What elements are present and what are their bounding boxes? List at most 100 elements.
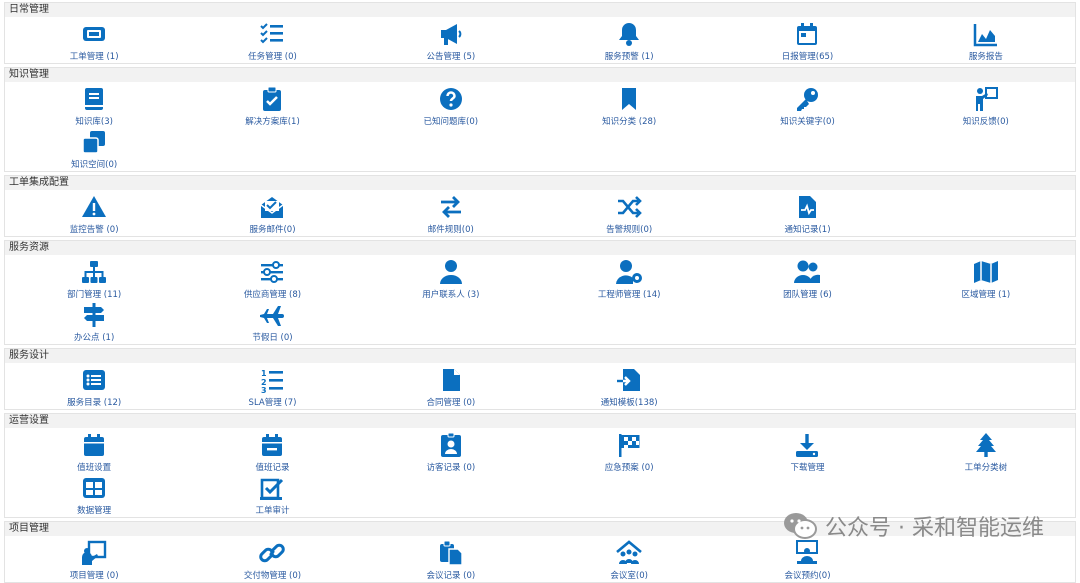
function-label: 下载管理 <box>790 463 825 473</box>
users-icon <box>793 258 821 286</box>
function-tile[interactable]: 应急预案 (0) <box>540 431 718 474</box>
function-label: 告警规则(0) <box>606 225 653 235</box>
section-title: 服务资源 <box>5 241 1075 255</box>
section-6: 项目管理 项目管理 (0) 交付物管理 (0) 会议记录 (0) 会议室(0) 会议预约(… <box>4 521 1076 583</box>
section-title: 工单集成配置 <box>5 176 1075 190</box>
function-tile[interactable]: 知识库(3) <box>5 85 183 128</box>
function-tile[interactable]: 已知问题库(0) <box>362 85 540 128</box>
function-tile[interactable]: 用户联系人 (3) <box>362 258 540 301</box>
key-icon <box>793 85 821 113</box>
function-tile[interactable]: 办公点 (1) <box>5 301 183 344</box>
file-pulse-icon <box>793 193 821 221</box>
function-label: 部门管理 (11) <box>67 290 122 300</box>
function-tile[interactable]: 解决方案库(1) <box>183 85 361 128</box>
warning-icon <box>80 193 108 221</box>
section-grid: 项目管理 (0) 交付物管理 (0) 会议记录 (0) 会议室(0) 会议预约(0) <box>5 536 1075 582</box>
function-tile[interactable]: 值班记录 <box>183 431 361 474</box>
function-tile[interactable]: 告警规则(0) <box>540 193 718 236</box>
function-tile[interactable]: 日报管理(65) <box>718 20 896 63</box>
section-grid: 工单管理 (1) 任务管理 (0) 公告管理 (5) 服务预警 (1) 日报管理(65)… <box>5 17 1075 63</box>
function-tile[interactable]: 1 2 3 SLA管理 (7) <box>183 366 361 409</box>
calendar-icon <box>793 20 821 48</box>
function-tile[interactable]: 交付物管理 (0) <box>183 539 361 582</box>
function-label: 办公点 (1) <box>74 333 115 343</box>
table-icon <box>80 474 108 502</box>
function-tile[interactable]: 供应商管理 (8) <box>183 258 361 301</box>
function-label: 会议记录 (0) <box>426 571 476 581</box>
map-icon <box>972 258 1000 286</box>
svg-text:1: 1 <box>261 369 267 378</box>
function-label: 供应商管理 (8) <box>243 290 302 300</box>
function-tile[interactable]: 服务目录 (12) <box>5 366 183 409</box>
section-grid: 服务目录 (12) 1 2 3 SLA管理 (7) 合同管理 (0) 通知模板(138) <box>5 363 1075 409</box>
function-label: 已知问题库(0) <box>423 117 479 127</box>
function-tile[interactable]: 区域管理 (1) <box>897 258 1075 301</box>
function-tile[interactable]: 项目管理 (0) <box>5 539 183 582</box>
function-label: 交付物管理 (0) <box>243 571 302 581</box>
function-tile[interactable]: 公告管理 (5) <box>362 20 540 63</box>
function-label: 公告管理 (5) <box>426 52 476 62</box>
function-tile[interactable]: 团队管理 (6) <box>718 258 896 301</box>
area-chart-icon <box>972 20 1000 48</box>
function-tile[interactable]: 会议记录 (0) <box>362 539 540 582</box>
function-label: 知识反馈(0) <box>962 117 1009 127</box>
function-tile[interactable]: 任务管理 (0) <box>183 20 361 63</box>
function-label: 值班设置 <box>77 463 112 473</box>
function-label: 日报管理(65) <box>781 52 834 62</box>
section-title: 服务设计 <box>5 349 1075 363</box>
clipboard-check-icon <box>258 85 286 113</box>
function-label: 服务报告 <box>968 52 1003 62</box>
function-label: 知识库(3) <box>75 117 113 127</box>
function-tile[interactable]: 工单审计 <box>183 474 361 517</box>
function-tile[interactable]: 知识分类 (28) <box>540 85 718 128</box>
function-tile[interactable]: 会议室(0) <box>540 539 718 582</box>
file-import-icon <box>615 366 643 394</box>
calendar-full-icon <box>80 431 108 459</box>
book-icon <box>80 85 108 113</box>
function-tile[interactable]: 下载管理 <box>718 431 896 474</box>
flag-checkered-icon <box>615 431 643 459</box>
tree-icon <box>972 431 1000 459</box>
function-tile[interactable]: 监控告警 (0) <box>5 193 183 236</box>
shuffle-icon <box>615 193 643 221</box>
question-icon <box>437 85 465 113</box>
bell-icon <box>615 20 643 48</box>
function-label: 工单分类树 <box>964 463 1008 473</box>
function-tile[interactable]: 合同管理 (0) <box>362 366 540 409</box>
function-tile[interactable]: 工程师管理 (14) <box>540 258 718 301</box>
function-tile[interactable]: 访客记录 (0) <box>362 431 540 474</box>
function-label: 项目管理 (0) <box>69 571 119 581</box>
function-tile[interactable]: 工单分类树 <box>897 431 1075 474</box>
section-2: 工单集成配置监控告警 (0) 服务邮件(0) 邮件规则(0) 告警规则(0) 通知记录(… <box>4 175 1076 237</box>
function-tile[interactable]: 会议预约(0) <box>718 539 896 582</box>
user-icon <box>437 258 465 286</box>
section-title: 知识管理 <box>5 68 1075 82</box>
section-0: 日常管理 工单管理 (1) 任务管理 (0) 公告管理 (5) 服务预警 (1) 日报管理… <box>4 2 1076 64</box>
function-label: 任务管理 (0) <box>248 52 297 62</box>
function-tile[interactable]: 通知记录(1) <box>718 193 896 236</box>
admin-function-panel: 日常管理 工单管理 (1) 任务管理 (0) 公告管理 (5) 服务预警 (1) 日报管理… <box>0 0 1080 583</box>
calendar-minus-icon <box>258 431 286 459</box>
function-tile[interactable]: 服务预警 (1) <box>540 20 718 63</box>
function-tile[interactable]: 工单管理 (1) <box>5 20 183 63</box>
function-tile[interactable]: 邮件规则(0) <box>362 193 540 236</box>
function-label: 值班记录 <box>255 463 290 473</box>
id-badge-icon <box>437 431 465 459</box>
function-tile[interactable]: 部门管理 (11) <box>5 258 183 301</box>
function-tile[interactable]: 值班设置 <box>5 431 183 474</box>
function-tile[interactable]: 服务邮件(0) <box>183 193 361 236</box>
function-tile[interactable]: 节假日 (0) <box>183 301 361 344</box>
function-tile[interactable]: 知识反馈(0) <box>897 85 1075 128</box>
function-tile[interactable]: 知识空间(0) <box>5 128 183 171</box>
function-tile[interactable]: 数据管理 <box>5 474 183 517</box>
section-grid: 部门管理 (11) 供应商管理 (8) 用户联系人 (3) 工程师管理 (14) 团队管… <box>5 255 1075 344</box>
function-label: 应急预案 (0) <box>604 463 654 473</box>
checklist-icon <box>258 20 286 48</box>
function-tile[interactable]: 通知模板(138) <box>540 366 718 409</box>
function-tile[interactable]: 服务报告 <box>897 20 1075 63</box>
function-tile[interactable]: 知识关键字(0) <box>718 85 896 128</box>
function-label: 通知记录(1) <box>784 225 831 235</box>
section-1: 知识管理知识库(3) 解决方案库(1) 已知问题库(0) 知识分类 (28) 知识关键字… <box>4 67 1076 172</box>
exchange-icon <box>437 193 465 221</box>
function-label: 工单管理 (1) <box>69 52 119 62</box>
